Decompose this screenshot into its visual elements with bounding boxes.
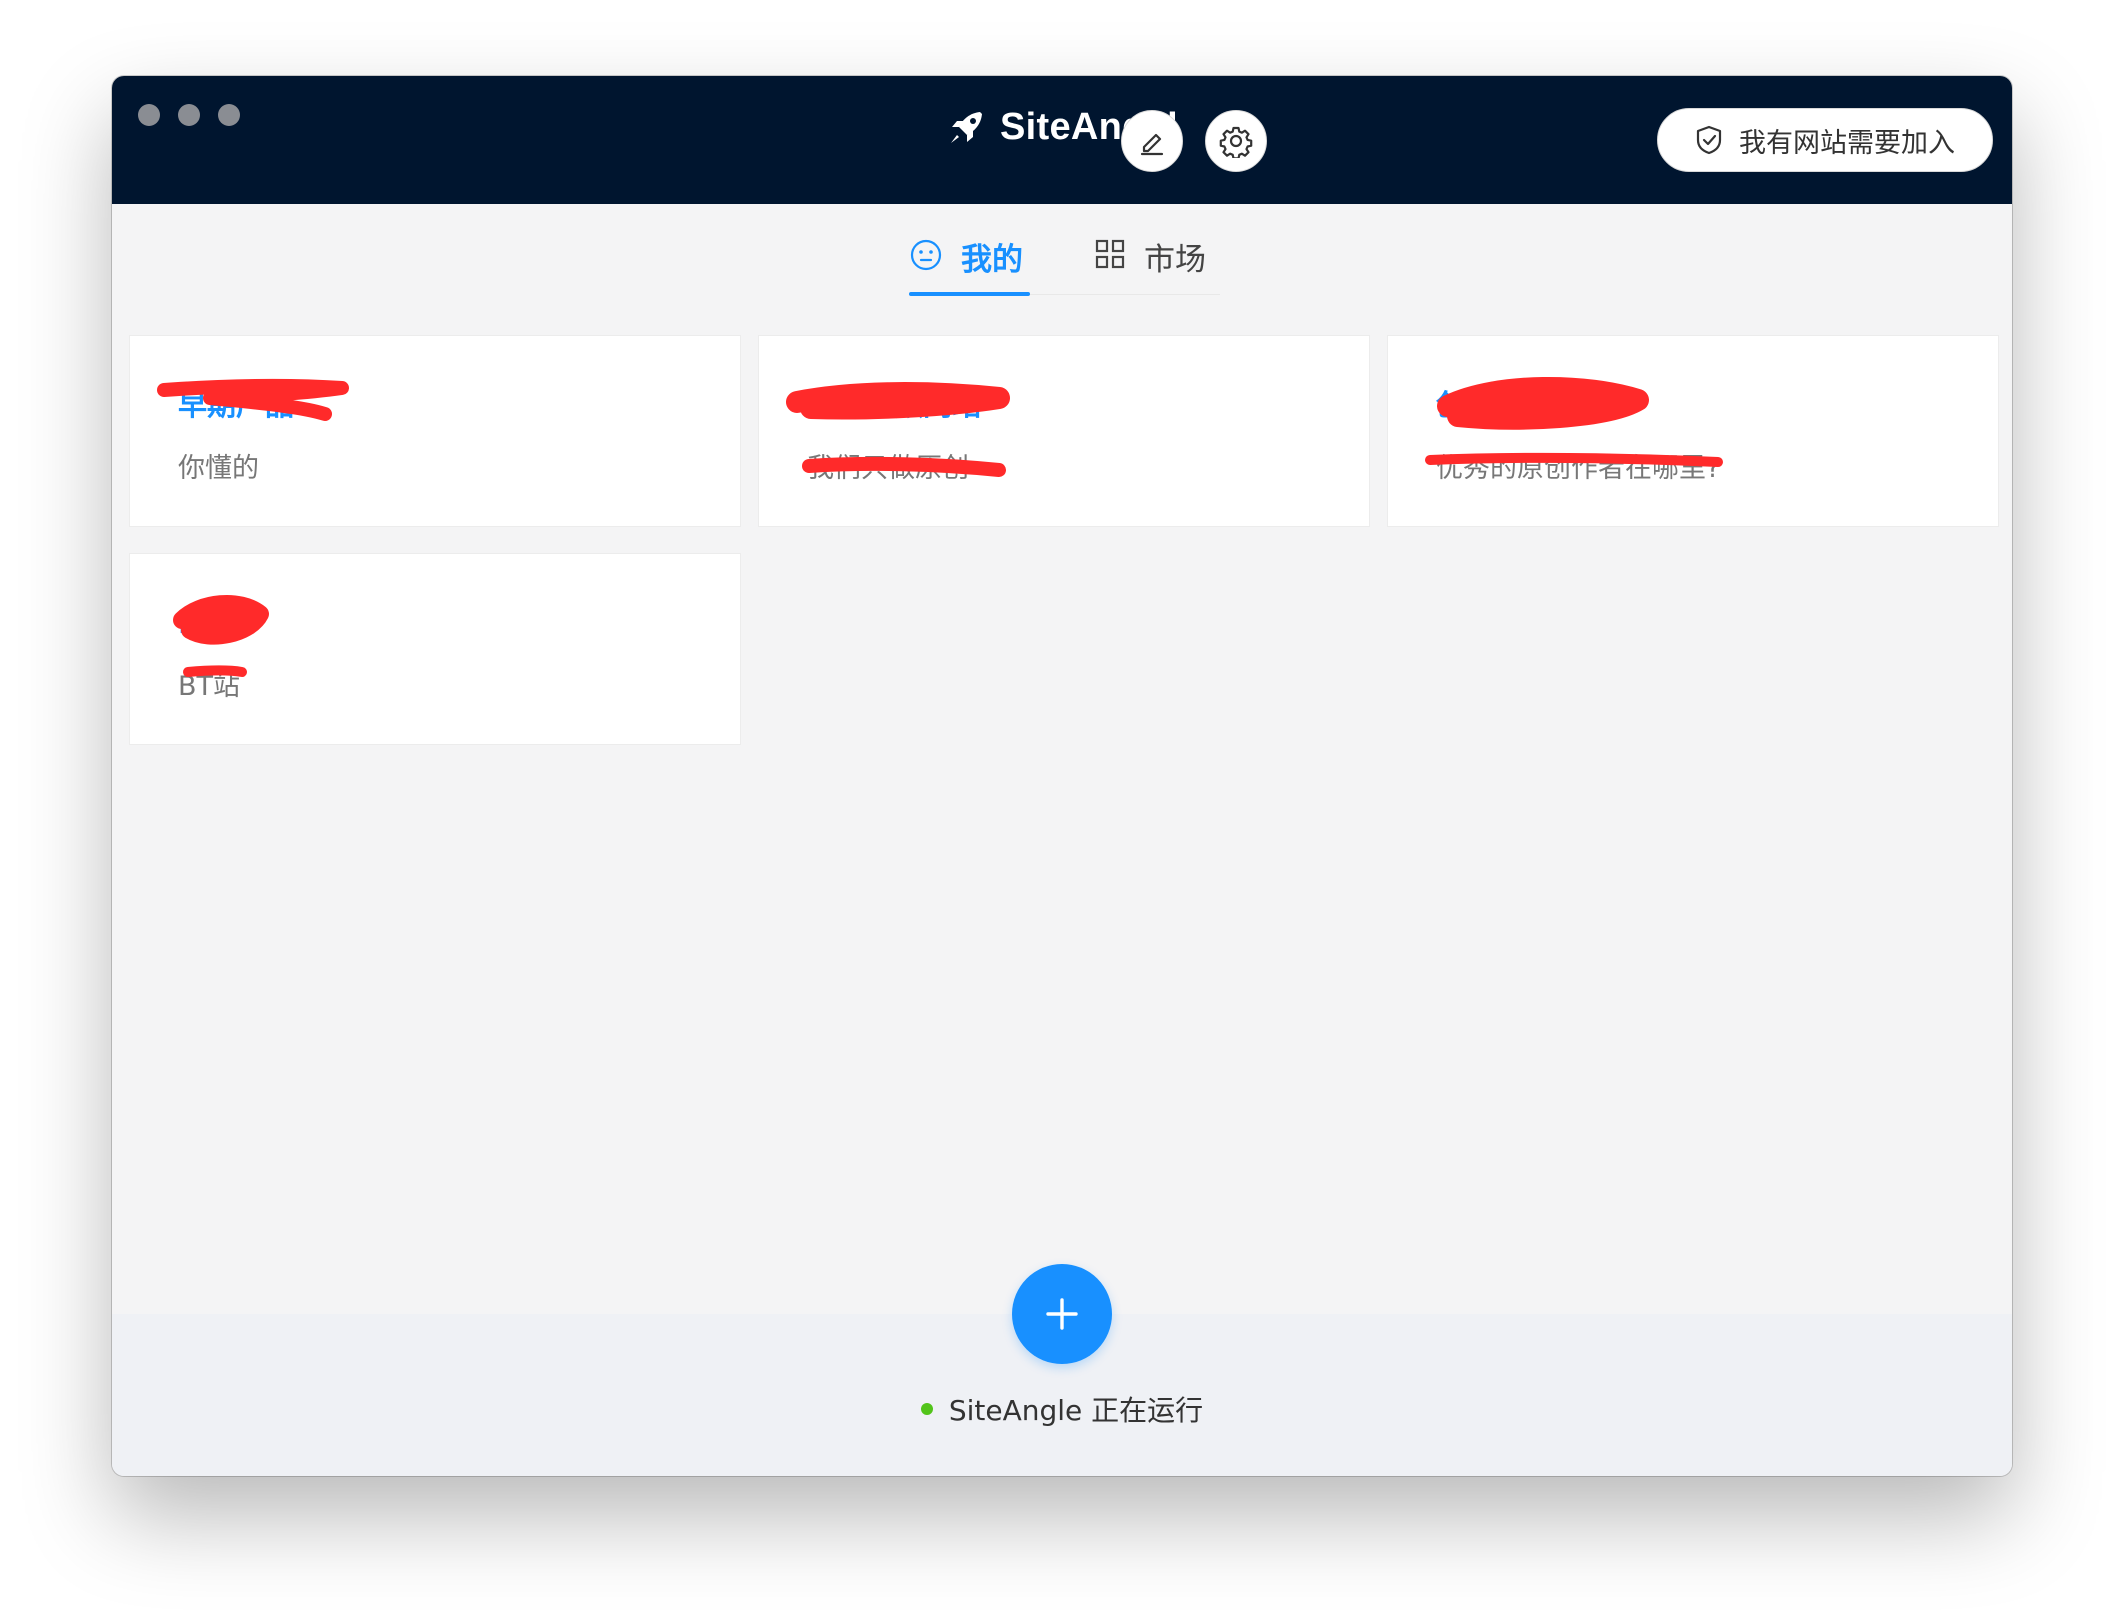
active-tab-indicator [909,292,1030,296]
plus-icon [1046,1298,1078,1330]
redaction-scribble [1425,376,1723,467]
smile-icon [910,239,942,271]
redaction-scribble [786,382,1010,477]
join-site-button[interactable]: 我有网站需要加入 [1657,108,1993,172]
redaction-scribble [173,595,269,677]
site-card[interactable]: B站 BT站 [129,553,741,745]
join-site-label: 我有网站需要加入 [1739,127,1955,159]
title-bar: SiteAngel 我有网站需要加入 [112,76,2012,204]
site-card-description: BT站 [178,671,241,702]
site-card-title: 早期产品 [178,388,295,422]
site-card-title: 中文视频网站 [807,388,982,422]
gear-icon [1219,126,1253,158]
site-card-title: B站 [178,606,230,640]
tab-market[interactable]: 市场 [1094,234,1206,294]
edit-icon [1140,133,1164,156]
site-card[interactable]: 中文视频网站 我们只做原创 [758,335,1370,527]
site-card-description: 你懂的 [178,453,259,484]
status-indicator [920,1403,933,1415]
grid-icon [1095,239,1125,269]
rocket-icon [951,111,983,143]
tab-bar: 我的 市场 [112,234,2012,296]
site-card-description: 优秀的原创作者在哪里? [1436,453,1721,484]
site-card-title: 创作者平台 [1436,388,1582,422]
add-site-button[interactable] [1012,1264,1112,1364]
app-window: SiteAngel 我有网站需要加入 我的 市场 早期产品 你懂的 中文视频网站… [112,76,2012,1476]
tab-mine[interactable]: 我的 [909,234,1030,296]
site-card[interactable]: 早期产品 你懂的 [129,335,741,527]
edit-button[interactable] [1121,110,1183,172]
tab-market-label: 市场 [1144,242,1206,278]
shield-check-icon [1696,125,1722,155]
status-bar: SiteAngle 正在运行 [112,1389,2012,1429]
site-card-description: 我们只做原创 [807,453,969,484]
tab-mine-label: 我的 [961,242,1023,278]
status-text: SiteAngle 正在运行 [948,1394,1204,1427]
redaction-scribble [157,378,349,421]
site-card[interactable]: 创作者平台 优秀的原创作者在哪里? [1387,335,1999,527]
settings-button[interactable] [1205,110,1267,172]
